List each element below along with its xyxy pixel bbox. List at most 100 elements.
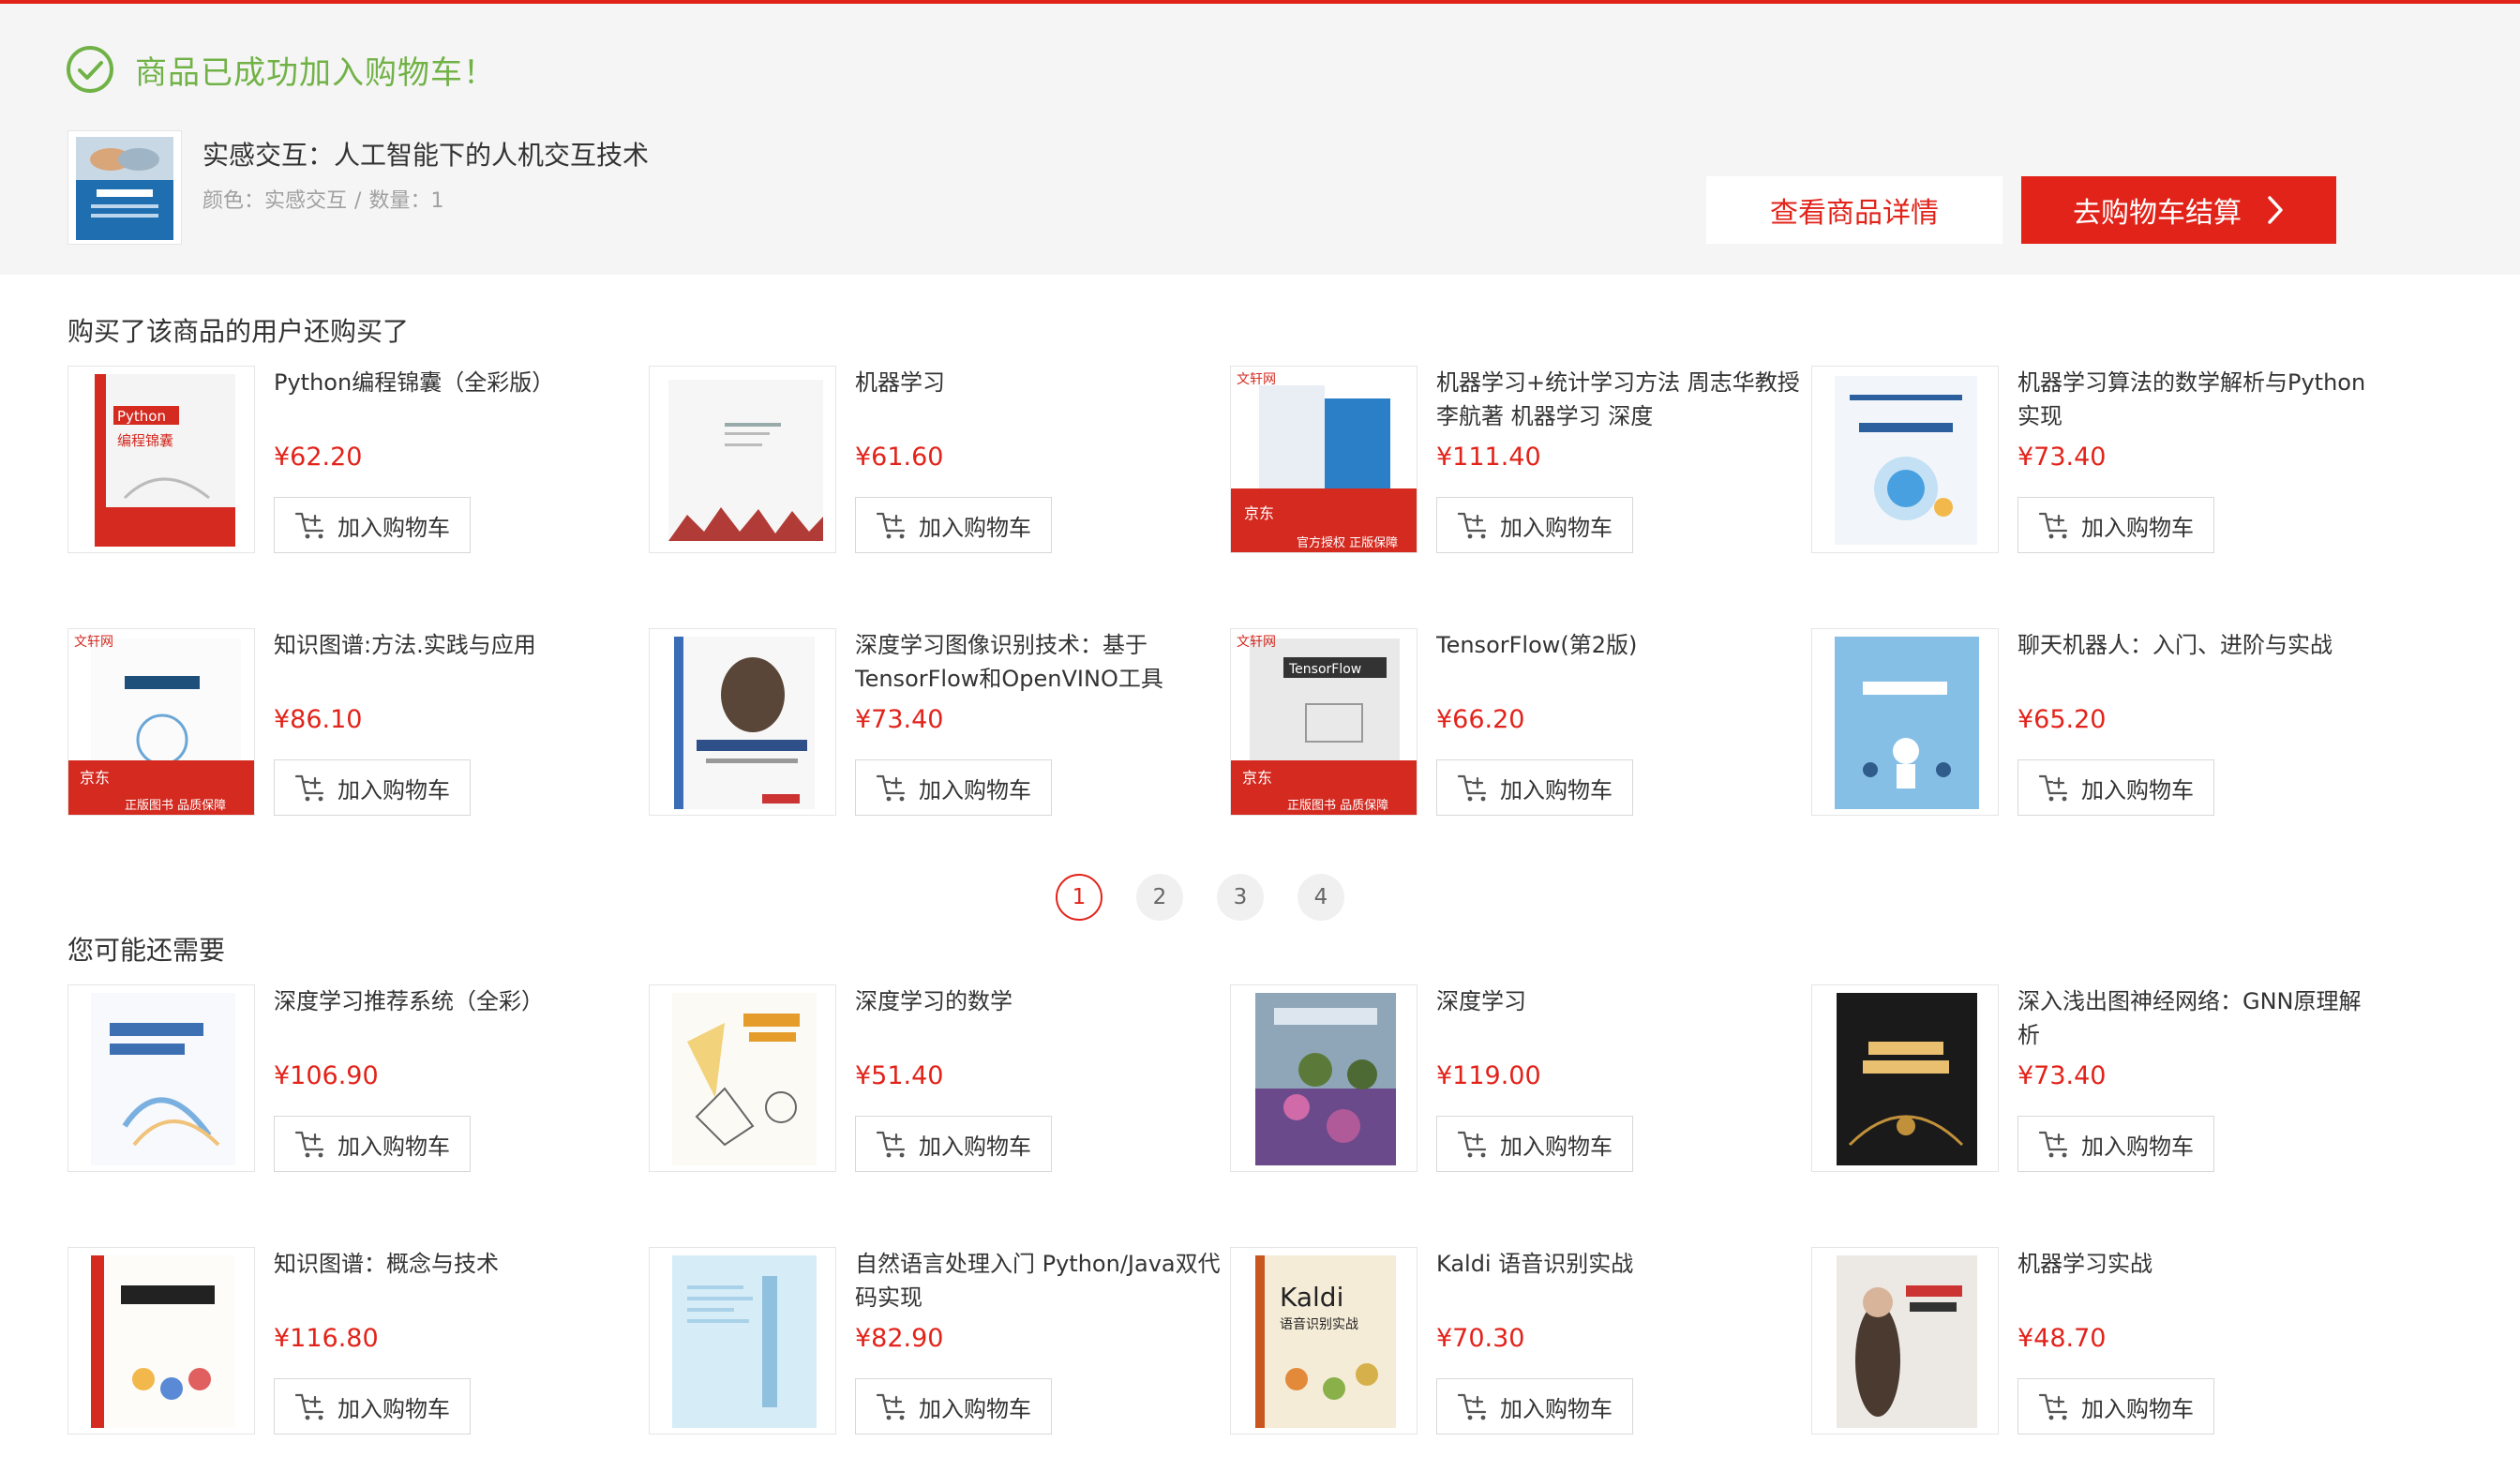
added-product-title[interactable]: 实感交互：人工智能下的人机交互技术 [202,135,649,173]
book-cover-image [68,985,254,1171]
add-to-cart-button[interactable]: 加入购物车 [1436,1116,1633,1172]
product-name[interactable]: 机器学习 [855,366,1221,399]
add-to-cart-button[interactable]: 加入购物车 [1436,497,1633,553]
book-cover-image [68,1248,254,1434]
book-cover-image [650,629,835,815]
svg-text:正版图书 品质保障: 正版图书 品质保障 [125,799,226,813]
chevron-right-icon [2268,196,2283,224]
product-name[interactable]: 自然语言处理入门 Python/Java双代码实现 [855,1247,1221,1314]
product-name[interactable]: 机器学习实战 [2018,1247,2383,1281]
book-cover-image: Python 编程锦囊 [68,367,254,552]
add-to-cart-button[interactable]: 加入购物车 [274,759,471,816]
product-card: 深度学习图像识别技术：基于TensorFlow和OpenVINO工具 ¥73.4… [649,628,1230,853]
product-thumbnail[interactable]: 文轩网 京东 正版图书 品质保障 [68,628,255,816]
book-cover-image [1812,1248,1998,1434]
add-to-cart-button[interactable]: 加入购物车 [2018,497,2214,553]
add-to-cart-label: 加入购物车 [1500,1133,1612,1160]
product-card: TensorFlow 文轩网 京东 正版图书 品质保障 TensorFlow(第2版)… [1230,628,1811,853]
product-name[interactable]: Python编程锦囊（全彩版） [274,366,639,399]
product-card: Kaldi 语音识别实战 Kaldi 语音识别实战 ¥70.30 加入购物车 [1230,1247,1811,1472]
view-product-detail-button[interactable]: 查看商品详情 [1706,176,2002,244]
product-price: ¥62.20 [274,443,363,472]
product-thumbnail[interactable] [68,984,255,1172]
success-message: 商品已成功加入购物车！ [66,43,496,96]
add-to-cart-button[interactable]: 加入购物车 [855,497,1052,553]
page-button-4[interactable]: 4 [1298,874,1344,921]
add-to-cart-label: 加入购物车 [2081,514,2194,541]
product-name[interactable]: 深入浅出图神经网络：GNN原理解析 [2018,984,2383,1052]
product-thumbnail[interactable] [1230,984,1418,1172]
product-thumbnail[interactable] [649,628,836,816]
add-to-cart-button[interactable]: 加入购物车 [274,1116,471,1172]
product-thumbnail[interactable] [1811,366,1999,553]
product-name[interactable]: 深度学习的数学 [855,984,1221,1018]
book-cover-image [650,367,835,552]
add-to-cart-button[interactable]: 加入购物车 [855,759,1052,816]
added-product-thumbnail[interactable] [68,130,182,245]
product-name[interactable]: 深度学习推荐系统（全彩） [274,984,639,1018]
product-thumbnail[interactable] [649,984,836,1172]
product-card: 深度学习的数学 ¥51.40 加入购物车 [649,984,1230,1209]
go-to-cart-checkout-button[interactable]: 去购物车结算 [2021,176,2336,244]
product-thumbnail[interactable] [649,1247,836,1434]
product-price: ¥82.90 [855,1324,944,1353]
product-thumbnail[interactable]: Kaldi 语音识别实战 [1230,1247,1418,1434]
svg-text:京东: 京东 [1242,769,1272,787]
product-name[interactable]: 机器学习算法的数学解析与Python实现 [2018,366,2383,433]
product-price: ¥116.80 [274,1324,379,1353]
product-thumbnail[interactable] [649,366,836,553]
add-to-cart-button[interactable]: 加入购物车 [1436,1378,1633,1434]
product-name[interactable]: 深度学习 [1436,984,1802,1018]
add-to-cart-button[interactable]: 加入购物车 [1436,759,1633,816]
product-card: 深度学习推荐系统（全彩） ¥106.90 加入购物车 [68,984,649,1209]
product-thumbnail[interactable] [68,1247,255,1434]
page-button-3[interactable]: 3 [1217,874,1264,921]
product-card: 文轩网 京东 官方授权 正版保障 机器学习+统计学习方法 周志华教授 李航著 机器学… [1230,366,1811,591]
svg-text:语音识别实战: 语音识别实战 [1280,1316,1358,1332]
product-price: ¥65.20 [2018,705,2107,734]
add-to-cart-button[interactable]: 加入购物车 [2018,1378,2214,1434]
add-to-cart-button[interactable]: 加入购物车 [2018,759,2214,816]
product-thumbnail[interactable] [1811,984,1999,1172]
checkout-label: 去购物车结算 [2073,197,2242,230]
page-button-2[interactable]: 2 [1136,874,1183,921]
product-thumbnail[interactable] [1811,628,1999,816]
product-name[interactable]: Kaldi 语音识别实战 [1436,1247,1802,1281]
add-to-cart-label: 加入购物车 [1500,776,1612,804]
product-price: ¥66.20 [1436,705,1525,734]
cart-add-icon [876,1131,906,1158]
add-to-cart-label: 加入购物车 [2081,776,2194,804]
product-price: ¥111.40 [1436,443,1541,472]
add-to-cart-button[interactable]: 加入购物车 [274,1378,471,1434]
product-thumbnail[interactable] [1811,1247,1999,1434]
add-to-cart-button[interactable]: 加入购物车 [855,1116,1052,1172]
book-cover-image: Kaldi 语音识别实战 [1231,1248,1417,1434]
product-name[interactable]: 聊天机器人：入门、进阶与实战 [2018,628,2383,662]
product-thumbnail[interactable]: TensorFlow 文轩网 京东 正版图书 品质保障 [1230,628,1418,816]
product-thumbnail[interactable]: 文轩网 京东 官方授权 正版保障 [1230,366,1418,553]
add-to-cart-button[interactable]: 加入购物车 [2018,1116,2214,1172]
add-to-cart-label: 加入购物车 [1500,514,1612,541]
product-name[interactable]: TensorFlow(第2版) [1436,628,1802,662]
product-card: 聊天机器人：入门、进阶与实战 ¥65.20 加入购物车 [1811,628,2392,853]
product-name[interactable]: 深度学习图像识别技术：基于TensorFlow和OpenVINO工具 [855,628,1221,696]
book-cover-image [1812,367,1998,552]
add-to-cart-button[interactable]: 加入购物车 [855,1378,1052,1434]
product-thumbnail[interactable]: Python 编程锦囊 [68,366,255,553]
svg-text:Python: Python [117,408,166,425]
product-name[interactable]: 知识图谱：概念与技术 [274,1247,639,1281]
cart-add-icon [2038,1393,2068,1420]
product-price: ¥86.10 [274,705,363,734]
may-need-section-title: 您可能还需要 [68,935,226,966]
page-button-1[interactable]: 1 [1056,874,1102,921]
add-to-cart-button[interactable]: 加入购物车 [274,497,471,553]
product-name[interactable]: 知识图谱:方法.实践与应用 [274,628,639,662]
svg-text:TensorFlow: TensorFlow [1288,662,1361,677]
product-card: 机器学习实战 ¥48.70 加入购物车 [1811,1247,2392,1472]
svg-text:京东: 京东 [80,769,110,787]
cart-add-icon [876,512,906,539]
cart-add-icon [1457,512,1487,539]
cart-add-icon [876,774,906,802]
add-to-cart-label: 加入购物车 [338,1133,450,1160]
product-name[interactable]: 机器学习+统计学习方法 周志华教授 李航著 机器学习 深度 [1436,366,1802,433]
